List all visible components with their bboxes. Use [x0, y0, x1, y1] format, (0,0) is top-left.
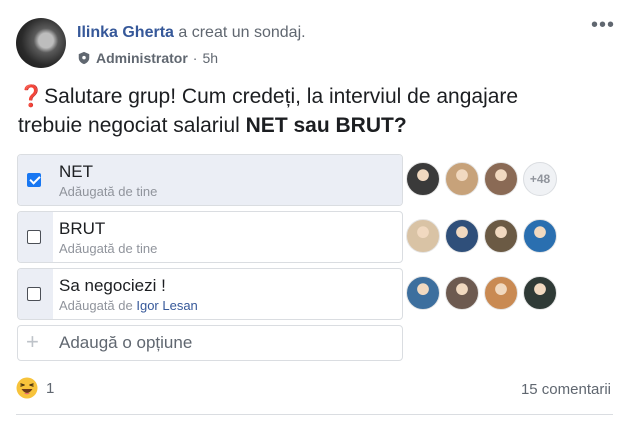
option-added-by: Adăugată de Igor Lesan: [59, 298, 198, 313]
post-action-text: a creat un sondaj.: [173, 24, 306, 41]
add-option-input[interactable]: + Adaugă o opțiune: [17, 325, 403, 361]
voter-avatar[interactable]: [445, 219, 479, 253]
option-added-by: Adăugată de tine: [59, 184, 158, 199]
option-label: NET: [59, 162, 93, 181]
poll-post-card: Ilinka Gherta a creat un sondaj. Adminis…: [0, 0, 629, 422]
option-checkbox[interactable]: [27, 287, 41, 301]
voter-avatar[interactable]: [445, 162, 479, 196]
plus-icon: +: [26, 329, 39, 354]
option-label: BRUT: [59, 219, 106, 238]
post-header: Ilinka Gherta a creat un sondaj.: [77, 24, 306, 42]
post-timestamp[interactable]: 5h: [202, 50, 218, 66]
question-mark-icon: ❓: [18, 85, 45, 108]
reaction-count: 1: [46, 379, 55, 397]
question-bold-text: NET sau BRUT?: [245, 114, 407, 137]
voter-avatar[interactable]: [523, 276, 557, 310]
comments-count[interactable]: 15 comentarii: [521, 381, 611, 398]
poll-question: ❓Salutare grup! Cum credeți, la interviu…: [18, 82, 578, 140]
author-name[interactable]: Ilinka Gherta: [77, 24, 174, 41]
option-voters-brut: [406, 219, 557, 253]
voter-avatar[interactable]: [406, 162, 440, 196]
voter-avatar[interactable]: [484, 219, 518, 253]
more-voters-count[interactable]: +48: [523, 162, 557, 196]
option-checkbox[interactable]: [27, 173, 41, 187]
voter-avatar[interactable]: [484, 162, 518, 196]
option-label: Sa negociezi !: [59, 276, 166, 295]
footer-divider: [16, 414, 613, 415]
poll-option-net[interactable]: NET Adăugată de tine: [17, 154, 403, 206]
more-options-icon[interactable]: •••: [591, 14, 615, 37]
added-by-link[interactable]: Igor Lesan: [136, 298, 197, 313]
meta-separator: ·: [192, 50, 198, 66]
voter-avatar[interactable]: [523, 219, 557, 253]
post-meta: Administrator · 5h: [77, 50, 218, 66]
add-option-placeholder: Adaugă o opțiune: [59, 333, 193, 352]
poll-option-brut[interactable]: BRUT Adăugată de tine: [17, 211, 403, 263]
shield-icon: [78, 51, 90, 65]
option-added-by: Adăugată de tine: [59, 241, 158, 256]
reaction-summary[interactable]: 1: [16, 377, 54, 399]
voter-avatar[interactable]: [406, 276, 440, 310]
poll-option-sa-negociezi[interactable]: Sa negociezi ! Adăugată de Igor Lesan: [17, 268, 403, 320]
author-avatar[interactable]: [16, 18, 66, 68]
haha-emoji-icon: [16, 377, 38, 399]
option-voters-net: +48: [406, 162, 557, 196]
voter-avatar[interactable]: [445, 276, 479, 310]
voter-avatar[interactable]: [484, 276, 518, 310]
option-voters-sa-negociezi: [406, 276, 557, 310]
voter-avatar[interactable]: [406, 219, 440, 253]
role-badge: Administrator: [96, 50, 188, 66]
option-checkbox[interactable]: [27, 230, 41, 244]
